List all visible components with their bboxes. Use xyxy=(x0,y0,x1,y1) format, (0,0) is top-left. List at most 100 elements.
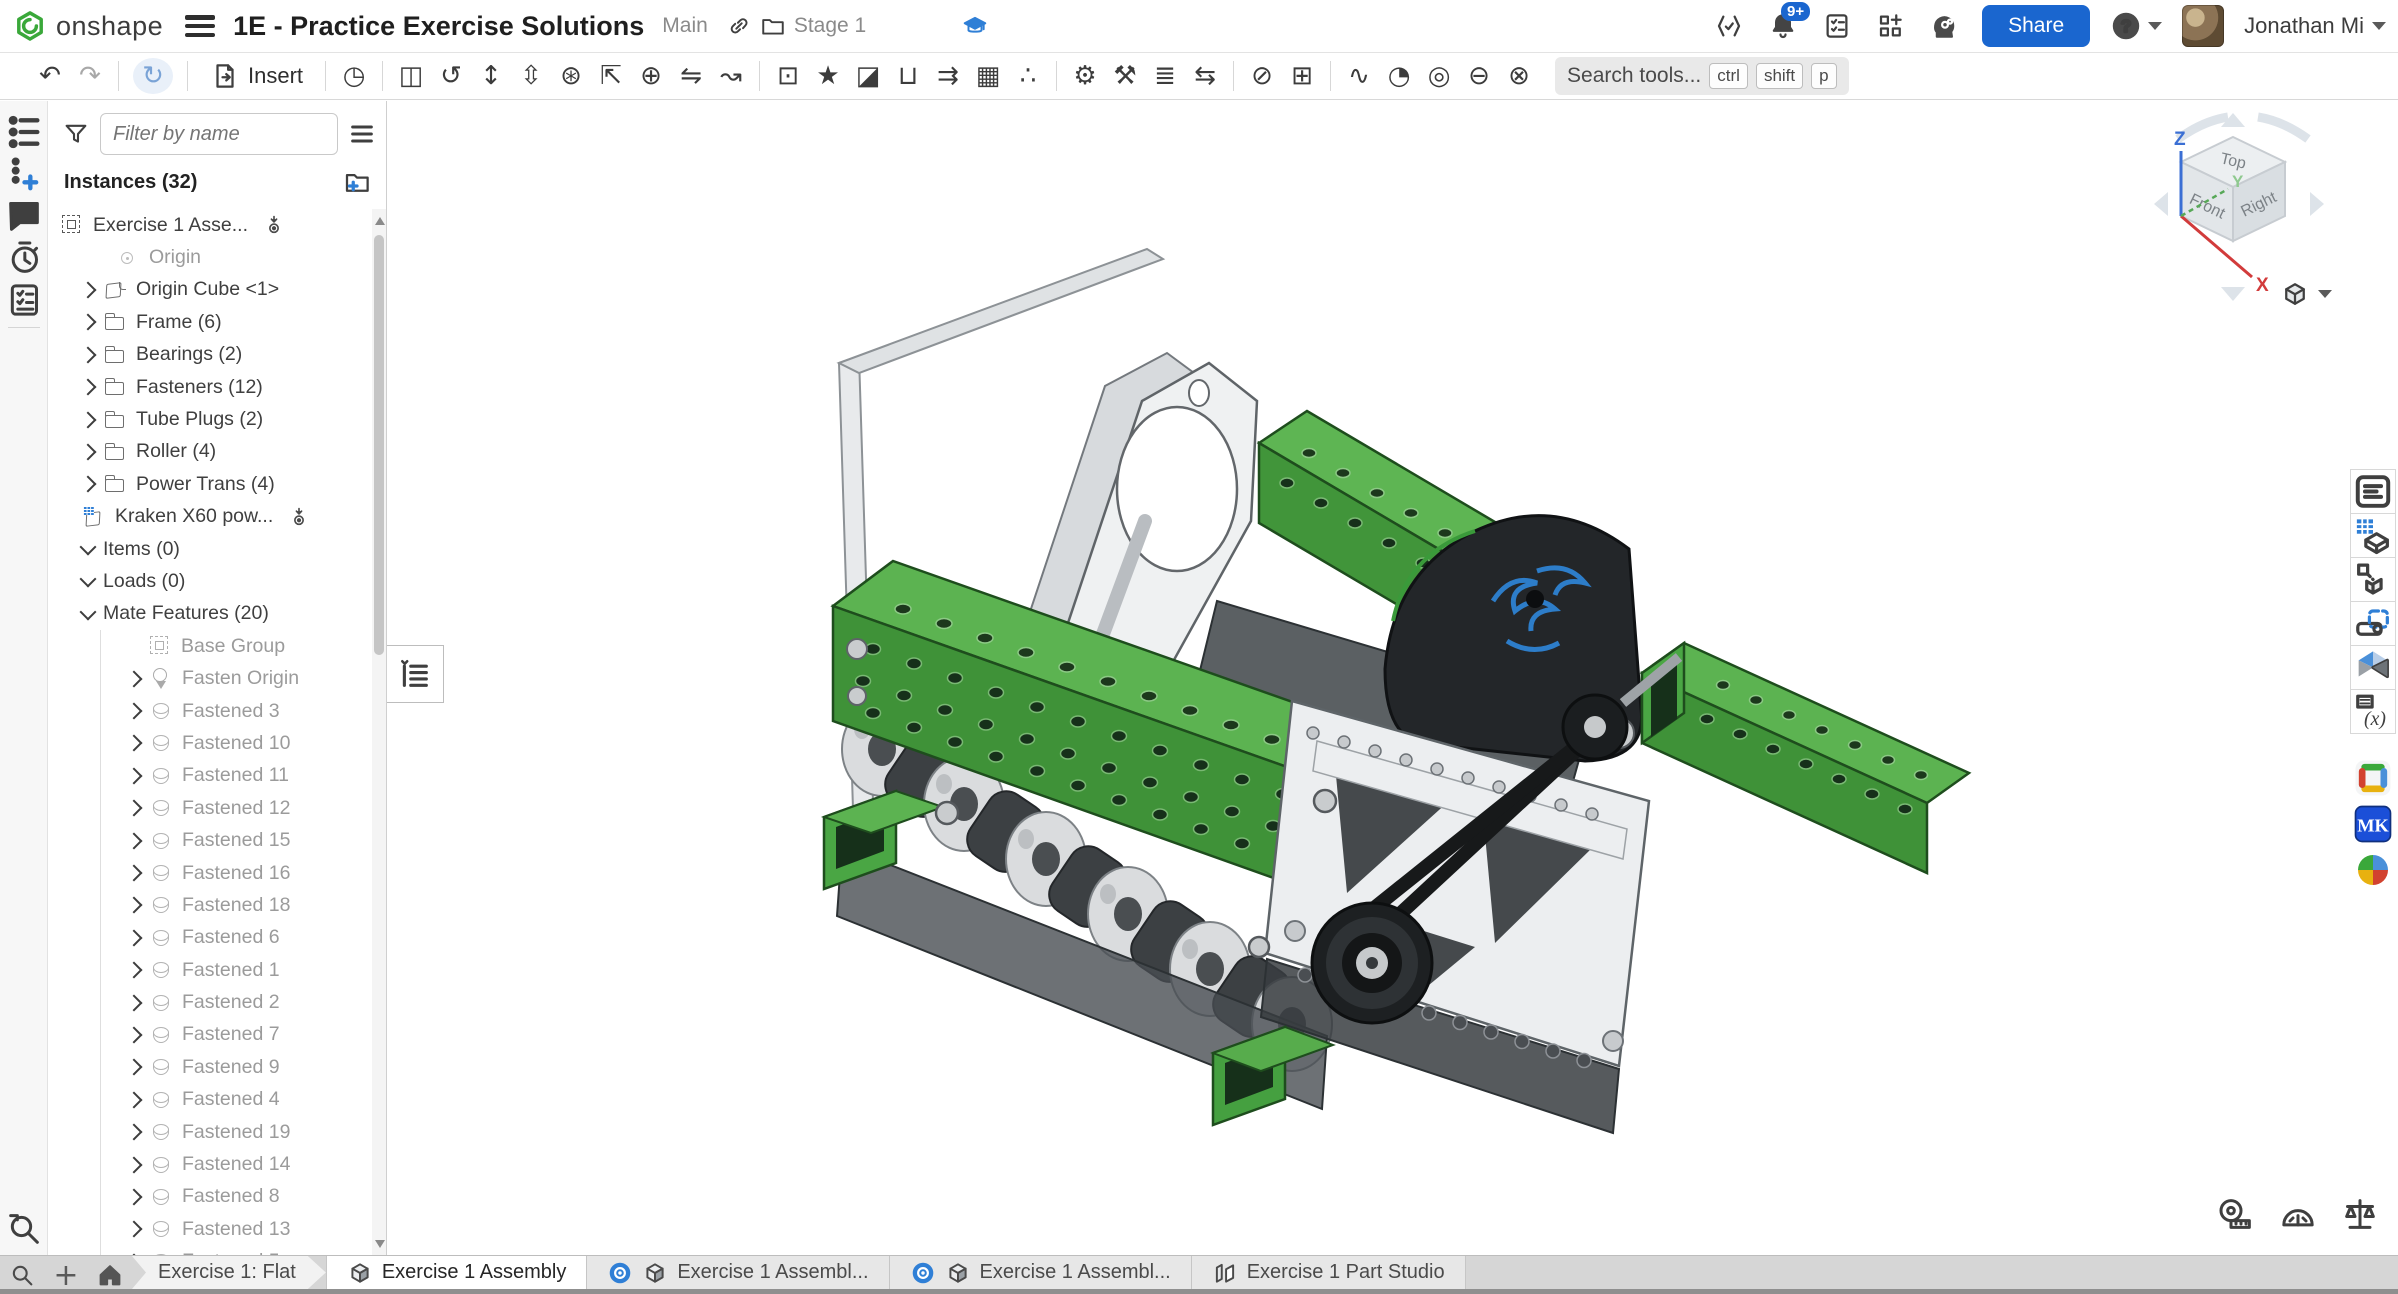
appearance-icon[interactable] xyxy=(2350,645,2396,690)
add-tab-button[interactable]: + xyxy=(44,1256,88,1294)
comments-panel-icon[interactable] xyxy=(4,195,44,237)
tree-row[interactable]: Origin Cube <1> xyxy=(48,274,372,306)
tree-row[interactable]: Origin xyxy=(48,241,372,273)
bom-table-icon[interactable] xyxy=(2350,513,2396,558)
expand-chevron-icon[interactable] xyxy=(126,865,143,882)
tree-row[interactable]: Fasten Origin xyxy=(48,662,372,694)
gear-relation-icon[interactable]: ⚙ xyxy=(1065,56,1105,96)
graphics-viewport[interactable]: Top Front Right Z X Y xyxy=(387,101,2398,1256)
expand-chevron-icon[interactable] xyxy=(126,897,143,914)
collision-icon[interactable]: ⊖ xyxy=(1459,56,1499,96)
tree-row[interactable]: Fasteners (12) xyxy=(48,371,372,403)
box-select-icon[interactable]: ⊡ xyxy=(768,56,808,96)
tree-row[interactable]: Fastened 11 xyxy=(48,760,372,792)
scroll-up-icon[interactable] xyxy=(375,217,385,225)
screw-relation-icon[interactable]: ⇆ xyxy=(1185,56,1225,96)
tree-row[interactable]: Fastened 16 xyxy=(48,857,372,889)
tree-row[interactable]: Fastened 15 xyxy=(48,824,372,856)
tree-row[interactable]: Fastened 7 xyxy=(48,1019,372,1051)
onshape-logo[interactable]: onshape xyxy=(0,10,163,42)
drag-icon[interactable]: ⊗ xyxy=(1499,56,1539,96)
rotate-vertical-icon[interactable]: ↕ xyxy=(471,56,511,96)
pattern-icon[interactable]: ★ xyxy=(808,56,848,96)
tree-row[interactable]: Fastened 12 xyxy=(48,792,372,824)
tree-row[interactable]: Fastened 8 xyxy=(48,1181,372,1213)
tree-row[interactable]: Fastened 19 xyxy=(48,1116,372,1148)
tree-row[interactable]: Fastened 6 xyxy=(48,922,372,954)
subassembly-icon[interactable]: ⊔ xyxy=(888,56,928,96)
sketch-entities-icon[interactable] xyxy=(2350,601,2396,646)
expand-chevron-icon[interactable] xyxy=(126,1188,143,1205)
document-tab[interactable]: Exercise 1 Assembl... xyxy=(587,1256,889,1289)
tree-row[interactable]: Loads (0) xyxy=(48,565,372,597)
features-flyout-handle[interactable] xyxy=(387,645,444,703)
rack-relation-icon[interactable]: ≣ xyxy=(1145,56,1185,96)
main-menu-button[interactable] xyxy=(185,15,215,37)
expand-chevron-icon[interactable] xyxy=(126,1059,143,1076)
tree-row[interactable]: Fastened 2 xyxy=(48,986,372,1018)
protractor-icon[interactable] xyxy=(2278,1194,2318,1234)
feature-scripts-button[interactable] xyxy=(1712,9,1746,43)
scrollbar-thumb[interactable] xyxy=(374,235,384,655)
filter-icon[interactable] xyxy=(62,120,90,148)
document-tab[interactable]: Exercise 1 Assembly xyxy=(326,1256,588,1294)
expand-chevron-icon[interactable] xyxy=(80,314,97,331)
expand-chevron-icon[interactable] xyxy=(126,929,143,946)
expand-chevron-icon[interactable] xyxy=(80,539,97,556)
app-classroom-icon[interactable] xyxy=(2353,758,2393,798)
tree-row[interactable]: Fastened 1 xyxy=(48,954,372,986)
apps-button[interactable] xyxy=(1874,9,1908,43)
expand-chevron-icon[interactable] xyxy=(126,670,143,687)
expand-chevron-icon[interactable] xyxy=(126,994,143,1011)
tree-row[interactable]: Fastened 14 xyxy=(48,1148,372,1180)
scroll-down-icon[interactable] xyxy=(375,1240,385,1248)
mirror-icon[interactable]: ⇋ xyxy=(671,56,711,96)
tree-row[interactable]: Fastened 13 xyxy=(48,1213,372,1245)
release-parts-icon[interactable] xyxy=(2350,557,2396,602)
tree-row[interactable]: Bearings (2) xyxy=(48,339,372,371)
view-options-menu[interactable] xyxy=(2280,279,2332,309)
section-view-icon[interactable]: ◫ xyxy=(391,56,431,96)
pan-icon[interactable]: ⇳ xyxy=(511,56,551,96)
scales-icon[interactable] xyxy=(2340,1194,2380,1234)
fixed-indicator-icon[interactable] xyxy=(288,505,310,529)
list-options-icon[interactable] xyxy=(348,120,376,148)
expand-chevron-icon[interactable] xyxy=(80,411,97,428)
expand-chevron-icon[interactable] xyxy=(80,281,97,298)
document-location[interactable]: Stage 1 xyxy=(726,13,866,39)
search-tabs-button[interactable] xyxy=(0,1256,44,1294)
add-instance-panel-icon[interactable] xyxy=(4,153,44,195)
expand-chevron-icon[interactable] xyxy=(126,735,143,752)
tile-pattern-icon[interactable]: ▦ xyxy=(968,56,1008,96)
variables-icon[interactable]: (x) xyxy=(2350,689,2396,734)
tree-row[interactable]: Kraken X60 pow... xyxy=(48,501,372,533)
expand-chevron-icon[interactable] xyxy=(80,443,97,460)
tree-row[interactable]: Fastened 3 xyxy=(48,695,372,727)
document-title[interactable]: 1E - Practice Exercise Solutions xyxy=(233,11,644,42)
sync-icon[interactable]: ↻ xyxy=(133,58,173,94)
expand-chevron-icon[interactable] xyxy=(126,1124,143,1141)
workspace-indicator[interactable]: Main xyxy=(662,14,708,38)
expand-chevron-icon[interactable] xyxy=(126,1156,143,1173)
document-tab[interactable]: Exercise 1: Flat xyxy=(132,1256,326,1289)
tree-row[interactable]: Frame (6) xyxy=(48,306,372,338)
explode-icon[interactable]: ∴ xyxy=(1008,56,1048,96)
assembly-3d-model[interactable] xyxy=(387,101,2352,1256)
help-menu[interactable]: ? xyxy=(2110,10,2162,42)
rotate-horizontal-icon[interactable]: ↺ xyxy=(431,56,471,96)
home-tab-button[interactable] xyxy=(88,1256,132,1294)
expand-chevron-icon[interactable] xyxy=(80,379,97,396)
share-button[interactable]: Share xyxy=(1982,5,2090,47)
tree-row[interactable]: Mate Features (20) xyxy=(48,598,372,630)
expand-chevron-icon[interactable] xyxy=(80,571,97,588)
document-tab[interactable]: Exercise 1 Assembl... xyxy=(890,1256,1192,1289)
expand-chevron-icon[interactable] xyxy=(126,767,143,784)
ai-assistant-button[interactable] xyxy=(1928,9,1962,43)
insert-button[interactable]: Insert xyxy=(196,61,317,91)
expand-chevron-icon[interactable] xyxy=(80,476,97,493)
history-icon[interactable]: ◷ xyxy=(334,56,374,96)
tree-row[interactable]: Exercise 1 Asse... xyxy=(48,209,372,241)
tape-measure-icon[interactable] xyxy=(2216,1194,2256,1234)
expand-chevron-icon[interactable] xyxy=(126,1091,143,1108)
contact-icon[interactable]: ◎ xyxy=(1419,56,1459,96)
